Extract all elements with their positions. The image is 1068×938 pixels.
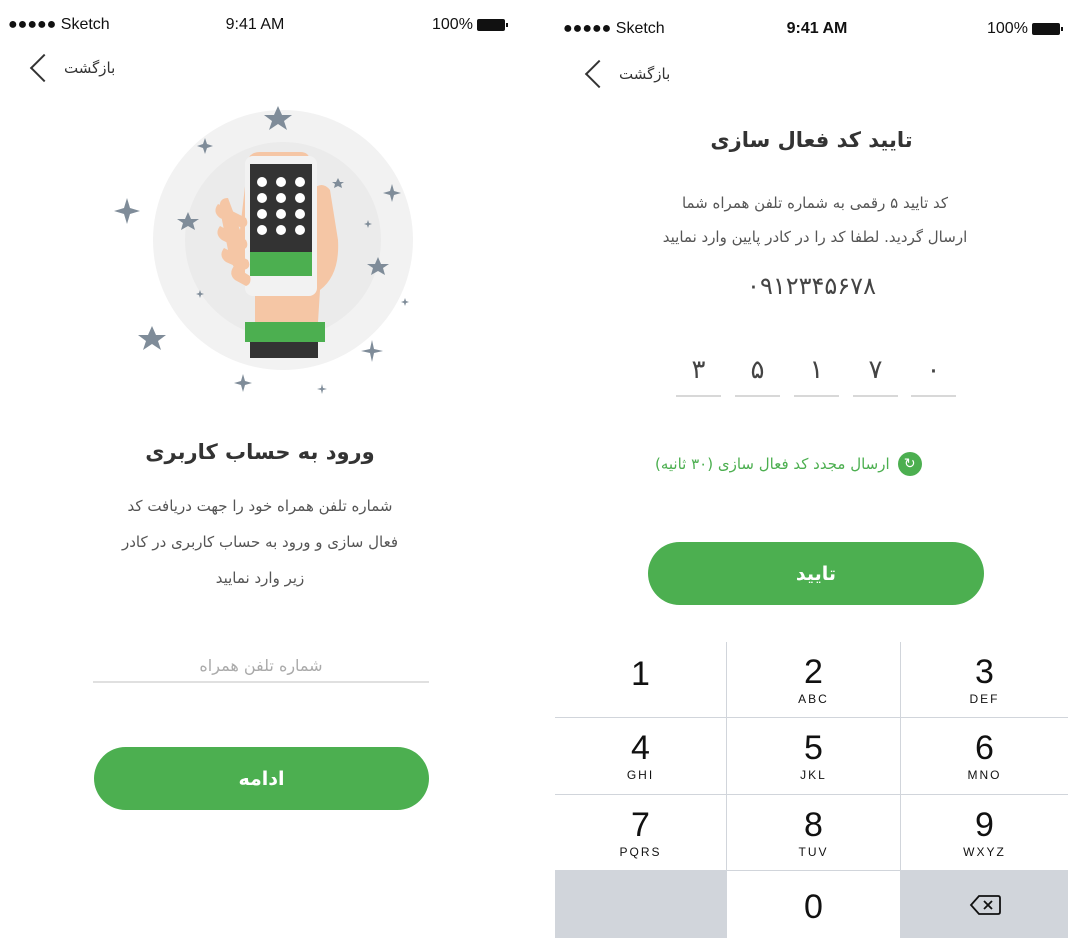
phone-number: ۰۹۱۲۳۴۵۶۷۸ — [747, 272, 876, 300]
key-letters: JKL — [800, 768, 827, 782]
status-bar: ●●●●● Sketch 9:41 AM 100% — [555, 0, 1068, 40]
code-digit-box[interactable]: ۱ — [794, 345, 839, 397]
description-line: کد تایید ۵ رقمی به شماره تلفن همراه شما — [681, 194, 949, 212]
key-digit: 7 — [631, 806, 650, 844]
page-title: تایید کد فعال سازی — [710, 128, 913, 152]
battery-indicator: 100% — [432, 16, 508, 34]
code-digit-box[interactable]: ۷ — [853, 345, 898, 397]
key-8[interactable]: 8 TUV — [727, 795, 900, 870]
key-letters: TUV — [798, 845, 829, 859]
login-screen: ●●●●● Sketch 9:41 AM 100% بازگشت ورود به… — [0, 0, 520, 938]
key-9[interactable]: 9 WXYZ — [901, 795, 1068, 870]
resend-label: ارسال مجدد کد فعال سازی (۳۰ ثانیه) — [655, 455, 890, 473]
chevron-left-icon — [29, 53, 59, 83]
battery-icon — [1031, 22, 1063, 35]
key-1[interactable]: 1 — [555, 642, 726, 717]
description-line: شماره تلفن همراه خود را جهت دریافت کد — [127, 497, 393, 515]
description-line: فعال سازی و ورود به حساب کاربری در کادر — [121, 533, 399, 551]
key-digit: 5 — [804, 729, 823, 767]
code-digit-box[interactable]: ۳ — [676, 345, 721, 397]
login-description: شماره تلفن همراه خود را جهت دریافت کد فع… — [60, 488, 460, 596]
code-digit-box[interactable]: ۵ — [735, 345, 780, 397]
key-6[interactable]: 6 MNO — [901, 718, 1068, 794]
key-0[interactable]: 0 — [727, 871, 900, 938]
key-letters: PQRS — [619, 845, 662, 859]
key-digit: 8 — [804, 806, 823, 844]
key-delete[interactable] — [901, 871, 1068, 938]
key-letters: ABC — [798, 692, 829, 706]
battery-icon — [476, 18, 508, 31]
back-label: بازگشت — [619, 65, 671, 83]
continue-label: ادامه — [238, 767, 285, 790]
phone-field-wrapper — [93, 650, 429, 683]
confirm-button[interactable]: تایید — [648, 542, 984, 605]
key-digit: 6 — [975, 729, 994, 767]
battery-percent: 100% — [987, 20, 1028, 37]
status-bar: ●●●●● Sketch 9:41 AM 100% — [0, 0, 520, 40]
status-time: 9:41 AM — [786, 20, 848, 37]
battery-indicator: 100% — [987, 20, 1063, 38]
back-button[interactable]: بازگشت — [28, 53, 116, 83]
numeric-keypad: 1 2 ABC 3 DEF 4 GHI 5 JKL 6 MNO 7 PQRS 8 TUV 9W… — [555, 642, 1068, 938]
resend-code-link[interactable]: ↻ ارسال مجدد کد فعال سازی (۳۰ ثانیه) — [655, 452, 922, 476]
key-3[interactable]: 3 DEF — [901, 642, 1068, 717]
key-digit: 0 — [804, 888, 823, 926]
status-time: 9:41 AM — [225, 16, 285, 33]
carrier-label: ●●●●● Sketch — [8, 16, 110, 33]
key-7[interactable]: 7 PQRS — [555, 795, 726, 870]
key-digit: 2 — [804, 653, 823, 691]
key-letters: GHI — [626, 768, 655, 782]
back-label: بازگشت — [64, 59, 116, 77]
back-button[interactable]: بازگشت — [583, 59, 671, 89]
page-title: ورود به حساب کاربری — [145, 440, 375, 464]
key-blank — [555, 871, 726, 938]
battery-percent: 100% — [432, 16, 473, 33]
description-line: زیر وارد نمایید — [215, 569, 305, 587]
verification-description: کد تایید ۵ رقمی به شماره تلفن همراه شما … — [595, 186, 1035, 254]
refresh-icon: ↻ — [897, 452, 922, 476]
key-letters: WXYZ — [963, 845, 1006, 859]
key-5[interactable]: 5 JKL — [727, 718, 900, 794]
key-digit: 9 — [975, 806, 994, 844]
key-letters: DEF — [969, 692, 1000, 706]
key-letters: MNO — [967, 768, 1002, 782]
chevron-left-icon — [584, 59, 614, 89]
key-4[interactable]: 4 GHI — [555, 718, 726, 794]
continue-button[interactable]: ادامه — [94, 747, 429, 810]
description-line: ارسال گردید. لطفا کد را در کادر پایین وا… — [662, 228, 968, 246]
backspace-icon — [969, 894, 1001, 915]
key-2[interactable]: 2 ABC — [727, 642, 900, 717]
key-digit: 1 — [631, 655, 650, 693]
key-digit: 4 — [631, 729, 650, 767]
code-digit-box[interactable]: ۰ — [911, 345, 956, 397]
confirm-label: تایید — [795, 562, 837, 585]
carrier-label: ●●●●● Sketch — [563, 20, 665, 37]
key-digit: 3 — [975, 653, 994, 691]
verification-screen: ●●●●● Sketch 9:41 AM 100% بازگشت تایید ک… — [555, 0, 1068, 938]
phone-in-hand-illustration — [114, 106, 413, 394]
phone-input[interactable] — [93, 650, 429, 681]
